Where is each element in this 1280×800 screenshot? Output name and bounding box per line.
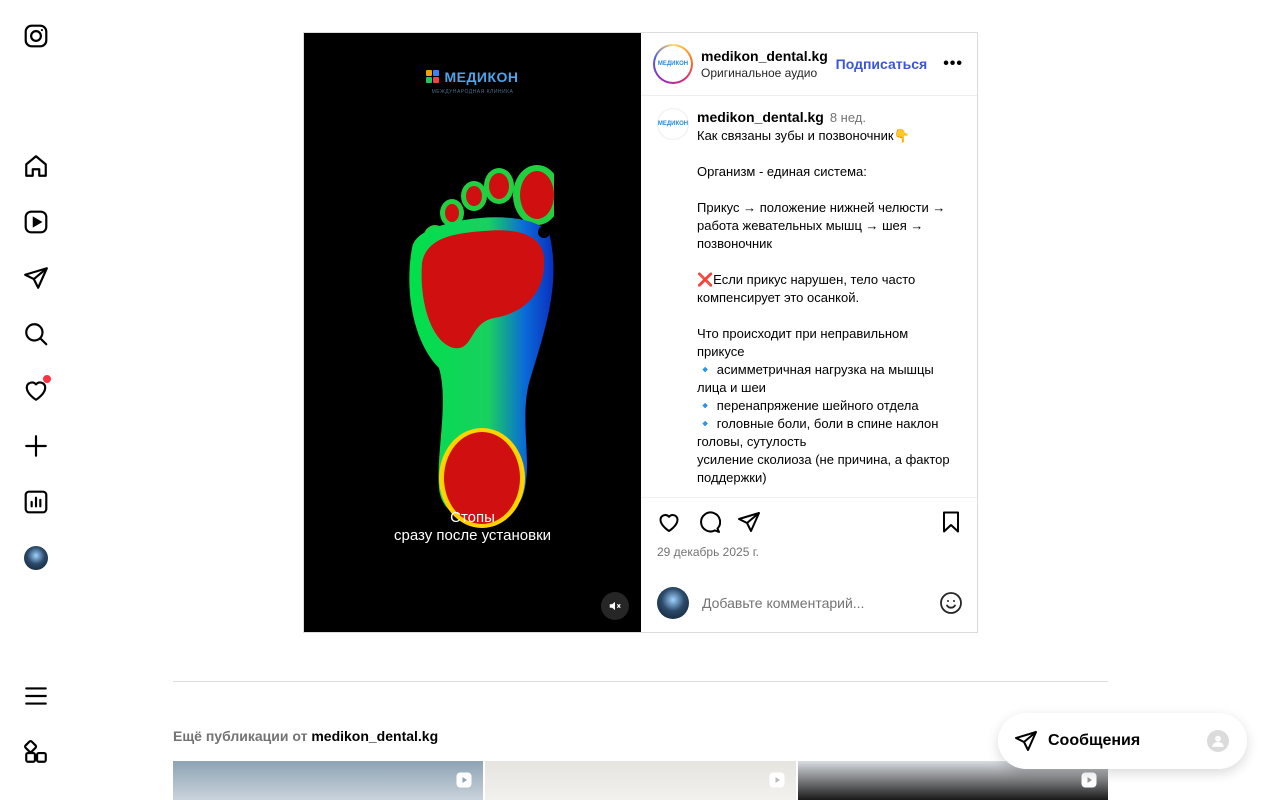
- also-from-meta-icon[interactable]: [23, 739, 49, 765]
- more-posts-prefix: Ещё публикации от: [173, 728, 308, 744]
- caption-line: 🔹 перенапряжение шейного отдела: [697, 398, 919, 413]
- audio-label[interactable]: Оригинальное аудио: [701, 65, 836, 81]
- left-nav: [0, 0, 72, 800]
- like-heart-icon[interactable]: [657, 510, 681, 534]
- video-player[interactable]: МЕДИКОН МЕЖДУНАРОДНАЯ КЛИНИКА Стопы сраз…: [304, 33, 641, 632]
- caption-line: усиление сколиоза (не причина, а фактор: [697, 452, 950, 467]
- reel-icon: [769, 772, 785, 788]
- more-posts-grid: [173, 761, 1108, 800]
- notification-dot: [43, 375, 51, 383]
- add-comment-row: Добавьте комментарий...: [641, 574, 977, 632]
- comment-input[interactable]: Добавьте комментарий...: [702, 595, 939, 611]
- messages-label: Сообщения: [1048, 732, 1141, 749]
- video-caption-line1: Стопы: [450, 509, 495, 526]
- video-caption-line2: сразу после установки: [393, 527, 552, 544]
- logo-cross-icon: [426, 70, 440, 84]
- caption-username[interactable]: medikon_dental.kg: [697, 109, 824, 125]
- reel-icon: [456, 772, 472, 788]
- menu-icon[interactable]: [23, 683, 49, 709]
- brand-name: МЕДИКОН: [444, 69, 519, 85]
- caption-line: Как связаны зубы и позвоночник👇: [697, 128, 910, 143]
- dashboard-icon[interactable]: [23, 489, 49, 515]
- caption-time[interactable]: 8 нед.: [830, 110, 866, 125]
- caption-line: Организм - единая система:: [697, 164, 867, 179]
- mute-toggle-button[interactable]: [601, 592, 629, 620]
- more-posts-title: Ещё публикации от medikon_dental.kg: [173, 728, 438, 744]
- emoji-icon[interactable]: [939, 591, 963, 615]
- search-icon[interactable]: [23, 321, 49, 347]
- direct-messages-icon: [1015, 731, 1037, 751]
- direct-messages-icon[interactable]: [23, 265, 49, 291]
- follow-button[interactable]: Подписаться: [836, 56, 928, 72]
- clinic-logo: МЕДИКОН МЕЖДУНАРОДНАЯ КЛИНИКА: [304, 69, 641, 95]
- user-avatar-placeholder-icon: [1207, 730, 1229, 752]
- post-card: МЕДИКОН МЕЖДУНАРОДНАЯ КЛИНИКА Стопы сраз…: [303, 32, 978, 633]
- action-bar: [641, 497, 977, 545]
- video-caption: Стопы сразу после установки: [304, 509, 641, 545]
- caption-author-avatar[interactable]: МЕДИКОН: [657, 108, 689, 140]
- foot-thermal-image: [409, 165, 554, 528]
- more-posts-username[interactable]: medikon_dental.kg: [311, 728, 438, 744]
- caption-line: ❌Если прикус нарушен, тело часто компенс…: [697, 272, 916, 305]
- post-date[interactable]: 29 декабрь 2025 г.: [641, 545, 977, 571]
- author-avatar: МЕДИКОН: [657, 61, 689, 67]
- post-side-panel: МЕДИКОН medikon_dental.kg Оригинальное а…: [641, 33, 977, 632]
- caption-line: Что происходит при неправильном прикусе: [697, 326, 909, 359]
- reels-icon[interactable]: [23, 209, 49, 235]
- reel-icon: [1081, 772, 1097, 788]
- comment-bubble-icon[interactable]: [697, 510, 721, 534]
- caption-line: поддержки): [697, 470, 767, 485]
- section-divider: [173, 681, 1108, 682]
- instagram-logo-icon[interactable]: [23, 23, 49, 49]
- caption-line: Прикус → положение нижней челюсти → рабо…: [697, 200, 946, 251]
- post-thumbnail[interactable]: [485, 761, 796, 800]
- create-plus-icon[interactable]: [23, 433, 49, 459]
- speaker-muted-icon: [609, 601, 621, 611]
- caption-line: 🔹 асимметричная нагрузка на мышцы лица и…: [697, 362, 934, 395]
- author-username[interactable]: medikon_dental.kg: [701, 47, 836, 65]
- profile-avatar[interactable]: [23, 545, 49, 571]
- share-icon[interactable]: [737, 510, 761, 534]
- post-header: МЕДИКОН medikon_dental.kg Оригинальное а…: [641, 33, 977, 96]
- notifications-heart-icon[interactable]: [23, 375, 51, 403]
- more-options-button[interactable]: •••: [943, 55, 963, 73]
- caption-text: medikon_dental.kg 8 нед. Как связаны зубы…: [697, 108, 959, 497]
- caption-area: МЕДИКОН medikon_dental.kg 8 нед. Как связ…: [641, 96, 977, 497]
- caption-line: 🔹 головные боли, боли в спине наклон гол…: [697, 416, 939, 449]
- messages-floating-button[interactable]: Сообщения: [998, 713, 1247, 769]
- author-avatar-ring[interactable]: МЕДИКОН: [653, 44, 693, 84]
- post-thumbnail[interactable]: [173, 761, 484, 800]
- home-icon[interactable]: [23, 153, 49, 179]
- current-user-avatar: [657, 587, 689, 619]
- brand-subtitle: МЕЖДУНАРОДНАЯ КЛИНИКА: [431, 89, 514, 95]
- save-bookmark-icon[interactable]: [939, 510, 963, 534]
